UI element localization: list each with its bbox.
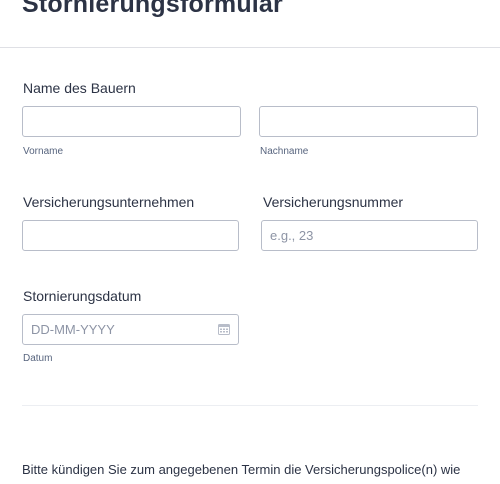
calendar-icon[interactable]	[218, 323, 230, 335]
form-title: Stornierungsformular	[22, 0, 283, 18]
section-divider	[22, 405, 478, 406]
header-divider	[0, 47, 500, 48]
form-page: Stornierungsformular Name des Bauern Vor…	[0, 0, 500, 484]
first-name-input[interactable]	[22, 106, 241, 137]
last-name-sublabel: Nachname	[260, 146, 309, 157]
date-sublabel: Datum	[23, 353, 53, 364]
instructions-text: Bitte kündigen Sie zum angegebenen Termi…	[22, 462, 461, 484]
date-field	[22, 314, 239, 345]
insurance-company-input[interactable]	[22, 220, 239, 251]
insurance-number-label: Versicherungsnummer	[263, 194, 404, 210]
insurance-number-input[interactable]	[261, 220, 478, 251]
first-name-sublabel: Vorname	[23, 146, 64, 157]
cancellation-date-input[interactable]	[22, 314, 239, 345]
cancellation-date-label: Stornierungsdatum	[23, 288, 142, 304]
last-name-input[interactable]	[259, 106, 478, 137]
farmer-name-label: Name des Bauern	[23, 80, 136, 96]
insurance-company-label: Versicherungsunternehmen	[23, 194, 195, 210]
